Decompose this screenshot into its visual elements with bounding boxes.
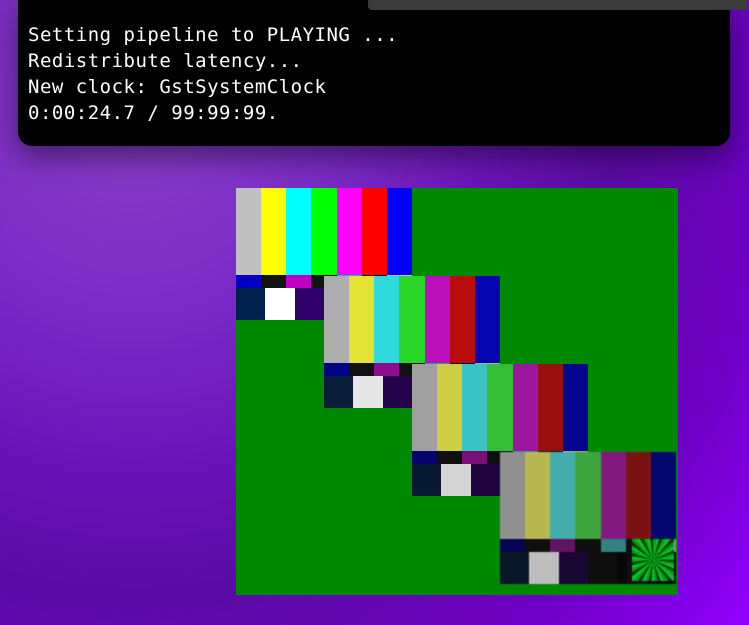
terminal-window[interactable]: Setting pipeline to PLAYING ... Redistri… — [18, 0, 730, 146]
terminal-line: Setting pipeline to PLAYING ... — [28, 22, 720, 48]
terminal-line: Redistribute latency... — [28, 48, 720, 74]
smpte-tile-4 — [500, 452, 676, 584]
video-output-window[interactable] — [236, 188, 678, 595]
terminal-line: 0:00:24.7 / 99:99:99. — [28, 100, 720, 126]
terminal-titlebar[interactable] — [368, 0, 748, 10]
noise-patch — [632, 539, 674, 581]
terminal-line: New clock: GstSystemClock — [28, 74, 720, 100]
desktop-background: Setting pipeline to PLAYING ... Redistri… — [0, 0, 749, 625]
